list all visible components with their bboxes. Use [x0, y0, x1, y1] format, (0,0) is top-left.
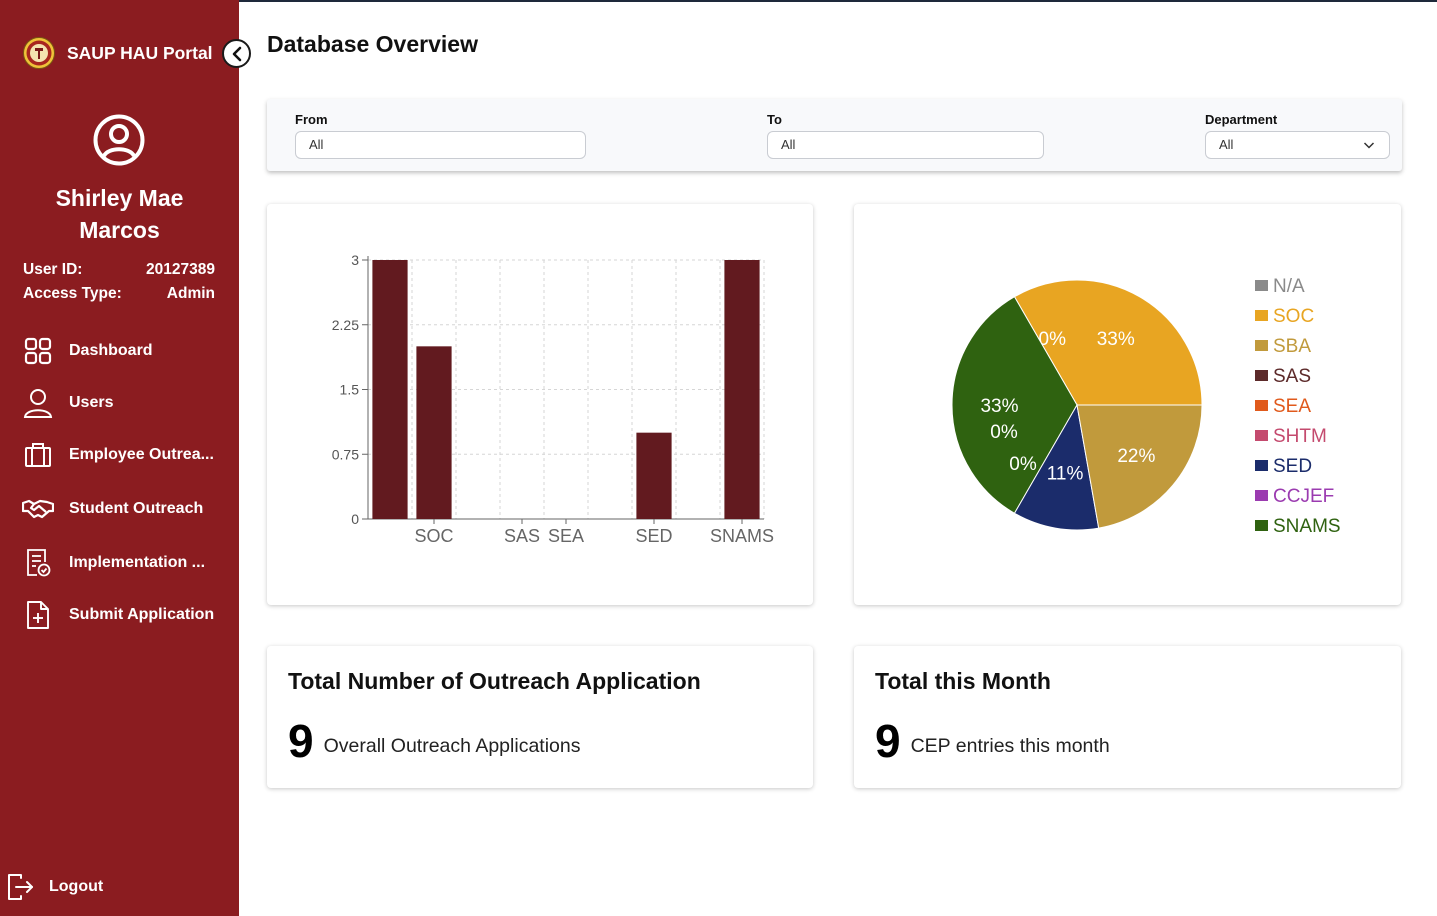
user-name: Shirley Mae Marcos — [55, 185, 184, 243]
file-plus-icon — [22, 599, 54, 631]
sidebar: SAUP HAU Portal Shirley Mae Marcos User … — [0, 0, 251, 916]
pie-label: 11% — [1047, 464, 1084, 485]
chevron-down-icon — [1363, 142, 1375, 149]
legend-item-sed[interactable]: SED — [1273, 456, 1312, 477]
bar-chart-card: 0 0.75 1.5 2.25 3 SOC SAS SEA SED SNAMS — [267, 204, 813, 605]
logout-icon — [6, 872, 36, 902]
legend-swatch — [1255, 280, 1268, 291]
pie-chart-card: 33% 0% 33% 11% 22% 0% 0% N/A SOC SBA SAS SEA SHTM SED… — [854, 204, 1401, 605]
checklist-icon — [22, 547, 54, 579]
y-tick-label: 0.75 — [332, 446, 359, 462]
legend-swatch — [1255, 460, 1268, 471]
university-logo-icon — [23, 37, 55, 69]
department-select[interactable]: All — [1205, 131, 1390, 159]
handshake-icon — [22, 493, 54, 525]
profile-avatar-icon — [93, 114, 145, 166]
month-total-card: Total this Month 9 CEP entries this mont… — [854, 646, 1401, 788]
x-tick-label: SED — [635, 526, 672, 546]
legend-swatch — [1255, 430, 1268, 441]
legend-swatch — [1255, 400, 1268, 411]
to-label: To — [767, 112, 782, 127]
x-tick-label: SEA — [548, 526, 584, 546]
to-input[interactable]: All — [767, 131, 1044, 159]
department-label: Department — [1205, 112, 1278, 127]
legend-swatch — [1255, 490, 1268, 501]
logout-button[interactable]: Logout — [0, 862, 239, 912]
page-title: Database Overview — [267, 31, 478, 57]
nav-item-implementation[interactable]: Implementation ... — [0, 538, 239, 588]
filter-bar: From All To All Department All — [267, 99, 1402, 171]
app-title: SAUP HAU Portal — [67, 42, 213, 63]
from-label: From — [295, 112, 328, 127]
pie-label: 33% — [1097, 329, 1135, 350]
pie-label: 0% — [1009, 454, 1037, 475]
nav-item-dashboard[interactable]: Dashboard — [0, 326, 239, 376]
total-applications-stat: 9 Overall Outreach Applications — [288, 716, 580, 766]
pie-chart: 33%0%33%11%22%0%0%N/ASOCSBASASSEASHTMSED… — [951, 276, 1341, 537]
y-tick-label: 1.5 — [340, 382, 360, 398]
collapse-sidebar-button[interactable] — [222, 39, 251, 68]
pie-label: 0% — [990, 422, 1018, 443]
user-id-value: 20127389 — [146, 261, 215, 278]
y-tick-label: 2.25 — [332, 317, 359, 333]
user-icon — [22, 387, 54, 419]
x-tick-label: SNAMS — [710, 526, 774, 546]
y-tick-label: 3 — [351, 252, 359, 268]
legend-swatch — [1255, 520, 1268, 531]
total-applications-title: Total Number of Outreach Application — [288, 668, 701, 694]
month-total-value: 9 — [875, 715, 901, 767]
legend-item-na[interactable]: N/A — [1273, 276, 1305, 297]
user-id-row: User ID: 20127389 — [23, 261, 215, 278]
legend-swatch — [1255, 340, 1268, 351]
legend-item-sea[interactable]: SEA — [1273, 396, 1311, 417]
pie-label: 22% — [1117, 446, 1155, 467]
access-type-value: Admin — [166, 285, 215, 302]
legend-item-soc[interactable]: SOC — [1273, 306, 1314, 327]
nav-item-employee-outreach[interactable]: Employee Outrea... — [0, 430, 239, 480]
bar-na[interactable] — [372, 260, 408, 519]
to-filter: To All — [767, 112, 1044, 159]
y-tick-label: 0 — [351, 511, 359, 527]
legend-item-sba[interactable]: SBA — [1273, 336, 1311, 357]
legend-swatch — [1255, 370, 1268, 381]
month-total-label: CEP entries this month — [910, 735, 1110, 757]
total-applications-label: Overall Outreach Applications — [323, 735, 581, 757]
legend-swatch — [1255, 310, 1268, 321]
bar-chart: 0 0.75 1.5 2.25 3 SOC SAS SEA SED SNAMS — [332, 252, 774, 546]
total-applications-value: 9 — [288, 715, 314, 767]
nav-item-student-outreach[interactable]: Student Outreach — [0, 484, 239, 534]
bar-soc[interactable] — [416, 346, 452, 519]
grid-icon — [22, 335, 54, 367]
x-tick-label: SOC — [414, 526, 453, 546]
bar-sed[interactable] — [636, 432, 672, 519]
chevron-left-icon — [232, 46, 241, 61]
legend-item-ccjef[interactable]: CCJEF — [1273, 486, 1334, 507]
x-tick-label: SAS — [504, 526, 540, 546]
legend-item-shtm[interactable]: SHTM — [1273, 426, 1327, 447]
legend-item-sas[interactable]: SAS — [1273, 366, 1311, 387]
nav-item-users[interactable]: Users — [0, 378, 239, 428]
access-type-row: Access Type: Admin — [23, 285, 215, 302]
nav-item-submit-application[interactable]: Submit Application — [0, 590, 239, 640]
total-applications-card: Total Number of Outreach Application 9 O… — [267, 646, 813, 788]
month-total-stat: 9 CEP entries this month — [875, 716, 1110, 766]
from-filter: From All — [295, 112, 586, 159]
department-filter: Department All — [1205, 112, 1390, 159]
pie-label: 33% — [980, 396, 1018, 417]
brand[interactable]: SAUP HAU Portal — [22, 36, 213, 70]
month-total-title: Total this Month — [875, 668, 1051, 694]
from-input[interactable]: All — [295, 131, 586, 159]
briefcase-icon — [22, 439, 54, 471]
legend-item-snams[interactable]: SNAMS — [1273, 516, 1341, 537]
bar-snams[interactable] — [724, 260, 760, 519]
